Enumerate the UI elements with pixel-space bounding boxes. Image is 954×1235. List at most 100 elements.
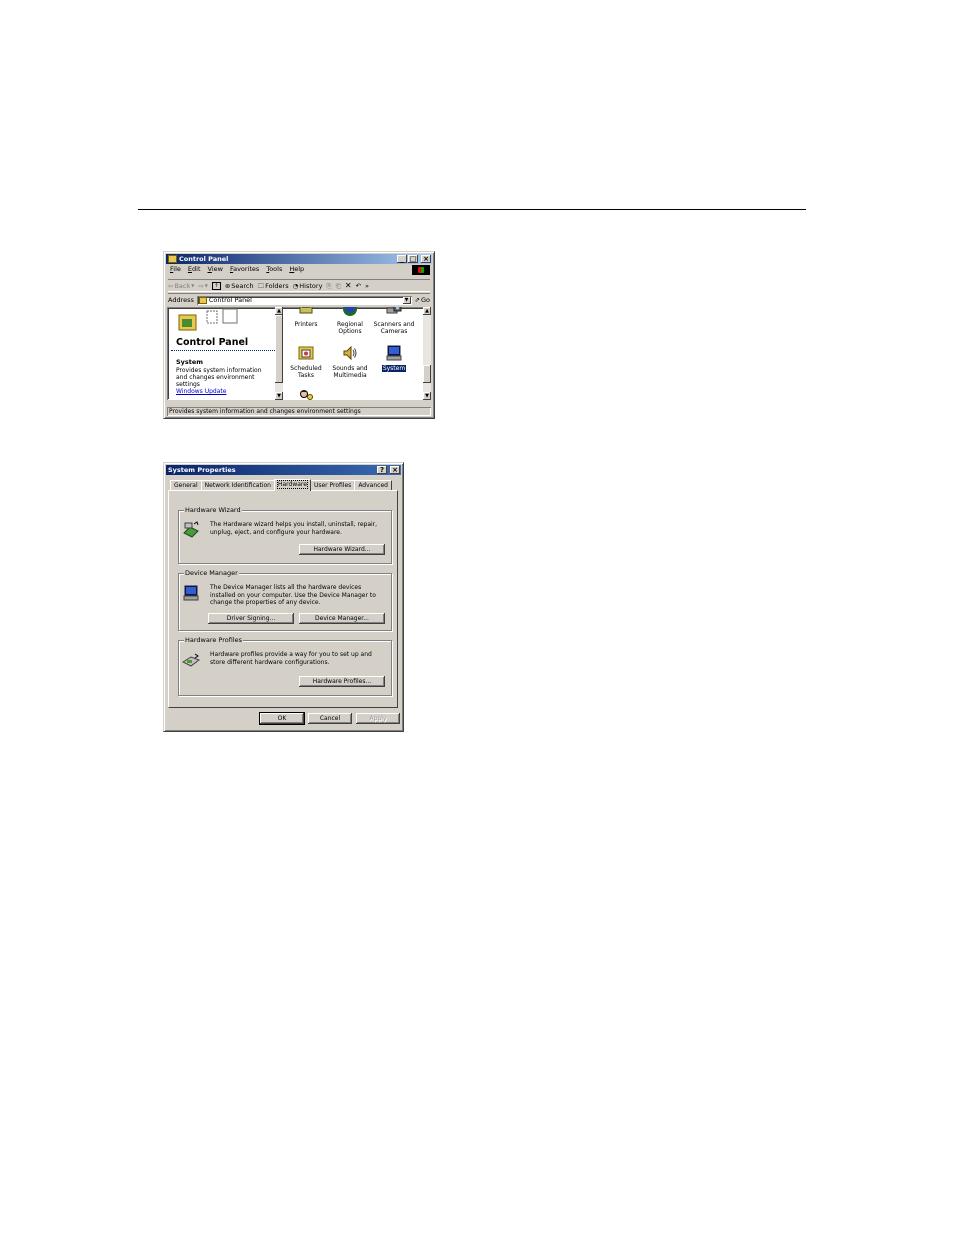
menu-view[interactable]: View (208, 266, 223, 273)
menu-help[interactable]: Help (289, 266, 304, 273)
copy-to-icon: ⎗ (335, 281, 341, 290)
maximize-button[interactable]: □ (408, 255, 418, 263)
search-button[interactable]: ⊛ Search (225, 283, 254, 290)
icon-label: System (381, 365, 407, 372)
history-icon: ◔ (292, 281, 299, 290)
pane-heading: Control Panel (176, 337, 249, 348)
standard-toolbar: ⇦ Back ▼ ⇨ ▼ ↑ ⊛ Search 🗀 Folders ◔ Hist… (168, 279, 430, 292)
up-folder-button[interactable]: ↑ (211, 282, 221, 290)
icon-label: Sounds and Multimedia (332, 365, 368, 379)
heading-underline (171, 350, 275, 351)
selected-item-name: System (176, 358, 204, 366)
search-label: Search (231, 281, 254, 290)
back-button[interactable]: ⇦ Back ▼ (168, 283, 194, 290)
system-properties-dialog: System Properties ? × General Network Id… (163, 462, 404, 732)
undo-button[interactable]: ↶ (356, 283, 361, 290)
cancel-button[interactable]: Cancel (308, 713, 352, 724)
icon-label: Scheduled Tasks (290, 365, 322, 379)
address-field[interactable]: Control Panel ▼ (196, 295, 412, 305)
address-dropdown-button[interactable]: ▼ (402, 296, 411, 304)
toolbar-overflow-button[interactable]: » (365, 283, 369, 290)
left-pane-scrollbar[interactable]: ▲ ▼ (275, 307, 283, 400)
folders-label: Folders (265, 281, 289, 290)
hardware-profiles-button[interactable]: Hardware Profiles... (299, 676, 385, 687)
icon-system[interactable]: System (375, 345, 413, 372)
menu-tools[interactable]: Tools (266, 266, 282, 273)
undo-icon: ↶ (355, 281, 361, 290)
up-folder-icon: ↑ (211, 282, 221, 290)
web-view-pane: Control Panel System Provides system inf… (169, 307, 275, 400)
folders-icon: 🗀 (257, 281, 265, 290)
hardware-wizard-button[interactable]: Hardware Wizard... (299, 544, 385, 555)
overflow-chevron: » (364, 281, 369, 290)
forward-button[interactable]: ⇨ ▼ (198, 283, 208, 290)
apply-button[interactable]: Apply (356, 713, 400, 724)
tab-label: Network Identification (204, 482, 271, 489)
search-icon: ⊛ (224, 281, 231, 290)
hardware-wizard-group: Hardware Wizard The Hardware wizard help… (178, 506, 392, 564)
menu-edit[interactable]: Edit (188, 266, 201, 273)
control-panel-banner-icon (178, 308, 238, 331)
chevron-down-icon: ▼ (191, 283, 195, 288)
control-panel-small-icon (198, 296, 207, 304)
help-button[interactable]: ? (377, 466, 387, 474)
icon-scanners-cameras[interactable]: Scanners and Cameras (373, 307, 415, 335)
icon-scheduled-tasks[interactable]: Scheduled Tasks (287, 345, 325, 379)
computer-icon (386, 345, 402, 361)
hardware-profiles-icon (182, 653, 200, 667)
dialog-title: System Properties (168, 465, 236, 474)
windows-update-link[interactable]: Windows Update (176, 389, 226, 395)
folders-button[interactable]: 🗀 Folders (258, 283, 289, 290)
device-manager-button[interactable]: Device Manager... (299, 613, 385, 624)
ok-button[interactable]: OK (259, 712, 305, 725)
menu-file[interactable]: File (170, 266, 181, 273)
icon-regional-options[interactable]: Regional Options (331, 307, 369, 335)
icon-label: Scanners and Cameras (373, 321, 415, 335)
status-bar: Provides system information and changes … (167, 407, 431, 416)
scanner-camera-icon (386, 307, 402, 314)
scroll-down-button[interactable]: ▼ (275, 392, 283, 400)
address-value: Control Panel (208, 295, 252, 304)
close-button[interactable]: × (390, 466, 400, 474)
minimize-button[interactable]: _ (397, 255, 407, 263)
group-description: The Device Manager lists all the hardwar… (210, 584, 376, 606)
close-button[interactable]: × (421, 255, 431, 263)
content-area: Control Panel System Provides system inf… (167, 307, 431, 400)
scroll-up-button[interactable]: ▲ (275, 307, 283, 315)
group-description: Hardware profiles provide a way for you … (210, 651, 372, 666)
control-panel-titlebar[interactable]: Control Panel _ □ × (166, 254, 432, 264)
group-title: Device Manager (184, 569, 239, 577)
go-label: Go (420, 295, 430, 304)
group-title: Hardware Wizard (184, 506, 242, 514)
delete-button[interactable]: ✕ (345, 282, 352, 290)
go-arrow-icon: ⇗ (414, 295, 420, 304)
hardware-wizard-icon (183, 521, 199, 538)
tab-label: Advanced (358, 482, 388, 489)
control-panel-window: Control Panel _ □ × File Edit View Favor… (163, 251, 435, 419)
icon-printers[interactable]: Printers (287, 307, 325, 328)
scroll-thumb[interactable] (423, 365, 431, 383)
history-button[interactable]: ◔ History (293, 283, 323, 290)
menu-favorites[interactable]: Favorites (230, 266, 259, 273)
icon-label: Printers (294, 321, 318, 328)
icon-sounds-multimedia[interactable]: Sounds and Multimedia (331, 345, 369, 379)
address-label: Address (168, 295, 194, 304)
forward-arrow-icon: ⇨ (198, 281, 204, 290)
users-icon[interactable] (298, 390, 314, 400)
icons-scrollbar[interactable]: ▲ ▼ (423, 307, 431, 400)
move-to-button[interactable]: ⎘ (326, 283, 331, 290)
dialog-titlebar[interactable]: System Properties ? × (166, 465, 401, 475)
speaker-icon (343, 345, 357, 361)
hardware-tab-panel: Hardware Wizard The Hardware wizard help… (168, 490, 398, 708)
copy-to-button[interactable]: ⎗ (336, 283, 341, 290)
scroll-down-button[interactable]: ▼ (423, 392, 431, 400)
scroll-up-button[interactable]: ▲ (423, 307, 431, 315)
tab-label: User Profiles (313, 482, 352, 489)
driver-signing-button[interactable]: Driver Signing... (208, 613, 294, 624)
scroll-thumb[interactable] (275, 315, 283, 383)
group-title: Hardware Profiles (184, 636, 244, 644)
tab-hardware[interactable]: Hardware (273, 479, 311, 491)
window-title: Control Panel (179, 254, 229, 263)
folder-icon (168, 255, 177, 263)
go-button[interactable]: ⇗ Go (415, 297, 430, 304)
